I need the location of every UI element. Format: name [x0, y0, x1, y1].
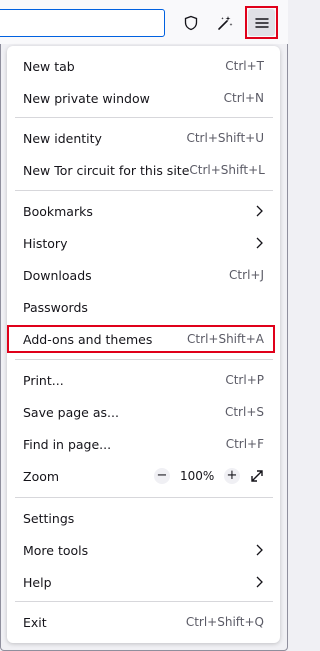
menu-separator [15, 359, 273, 360]
menu-item-history[interactable]: History [7, 227, 280, 259]
menu-separator [15, 190, 273, 191]
menu-separator [15, 497, 273, 498]
menu-item-label: Save page as... [23, 404, 119, 420]
menu-item-shortcut: Ctrl+T [225, 59, 264, 73]
zoom-controls: − 100% + [154, 468, 264, 484]
fullscreen-icon[interactable] [250, 469, 264, 483]
menu-item-label: More tools [23, 542, 89, 558]
menu-item-label: Zoom [23, 468, 60, 484]
zoom-in-button[interactable]: + [224, 468, 240, 484]
menu-item-label: History [23, 235, 68, 251]
menu-item-shortcut: Ctrl+N [223, 91, 264, 105]
menu-item-label: Downloads [23, 267, 92, 283]
menu-item-shortcut: Ctrl+F [225, 437, 264, 451]
menu-item-zoom: Zoom − 100% + [7, 460, 280, 492]
menu-item-exit[interactable]: Exit Ctrl+Shift+Q [7, 606, 280, 638]
add-ons-highlight-box [7, 325, 275, 353]
menu-item-settings[interactable]: Settings [7, 502, 280, 534]
menu-item-new-tab[interactable]: New tab Ctrl+T [7, 50, 280, 82]
menu-item-label: Bookmarks [23, 203, 93, 219]
menu-button-highlight [245, 6, 278, 39]
toolbar [0, 0, 288, 44]
chevron-right-icon [256, 544, 263, 556]
menu-item-shortcut: Ctrl+P [225, 373, 264, 387]
chevron-right-icon [256, 576, 263, 588]
chevron-right-icon [256, 205, 263, 217]
menu-item-label: New identity [23, 130, 102, 146]
menu-item-bookmarks[interactable]: Bookmarks [7, 195, 280, 227]
menu-item-new-identity[interactable]: New identity Ctrl+Shift+U [7, 122, 280, 154]
menu-item-print[interactable]: Print... Ctrl+P [7, 364, 280, 396]
menu-item-new-private-window[interactable]: New private window Ctrl+N [7, 82, 280, 114]
menu-item-label: Help [23, 574, 52, 590]
menu-item-more-tools[interactable]: More tools [7, 534, 280, 566]
menu-item-label: Find in page... [23, 436, 112, 452]
zoom-level-value[interactable]: 100% [180, 469, 214, 483]
menu-separator [15, 601, 273, 602]
menu-item-help[interactable]: Help [7, 566, 280, 598]
menu-item-new-tor-circuit[interactable]: New Tor circuit for this site Ctrl+Shift… [7, 154, 280, 186]
url-bar[interactable] [0, 9, 165, 37]
menu-item-shortcut: Ctrl+S [224, 405, 264, 419]
menu-item-label: Passwords [23, 299, 88, 315]
menu-item-save-page-as[interactable]: Save page as... Ctrl+S [7, 396, 280, 428]
menu-item-label: New Tor circuit for this site [23, 162, 190, 178]
menu-item-shortcut: Ctrl+Shift+U [186, 131, 264, 145]
menu-item-label: Settings [23, 510, 75, 526]
menu-item-label: Print... [23, 372, 64, 388]
menu-item-label: New tab [23, 58, 75, 74]
menu-separator [15, 117, 273, 118]
menu-item-shortcut: Ctrl+Shift+Q [185, 615, 264, 629]
menu-item-downloads[interactable]: Downloads Ctrl+J [7, 259, 280, 291]
shield-icon[interactable] [177, 9, 205, 37]
chevron-right-icon [256, 237, 263, 249]
magic-wand-icon[interactable] [211, 9, 239, 37]
menu-item-passwords[interactable]: Passwords [7, 291, 280, 323]
zoom-out-button[interactable]: − [154, 468, 170, 484]
menu-item-shortcut: Ctrl+Shift+L [189, 163, 265, 177]
menu-item-shortcut: Ctrl+J [229, 268, 264, 282]
menu-item-find-in-page[interactable]: Find in page... Ctrl+F [7, 428, 280, 460]
menu-item-label: Exit [23, 614, 47, 630]
menu-item-label: New private window [23, 90, 150, 106]
